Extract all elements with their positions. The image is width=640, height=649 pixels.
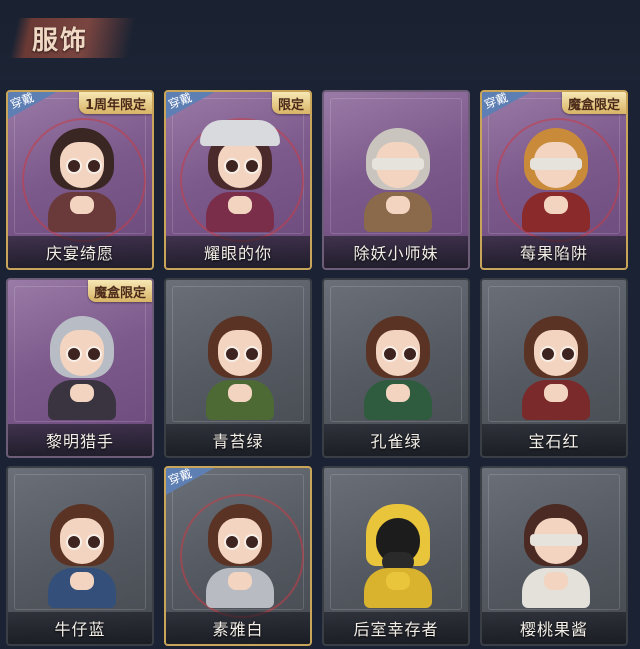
card-name-bar: 牛仔蓝 — [8, 612, 152, 644]
character-portrait — [516, 120, 596, 232]
character-eye — [66, 534, 82, 550]
costume-card[interactable]: 牛仔蓝 — [6, 466, 154, 646]
costume-name: 青苔绿 — [212, 432, 264, 451]
page-title: 服饰 — [32, 26, 89, 56]
character-portrait — [200, 496, 280, 608]
card-name-bar: 樱桃果酱 — [482, 612, 626, 644]
character-eye — [244, 346, 260, 362]
costume-name: 后室幸存者 — [353, 620, 439, 639]
character-portrait — [200, 120, 280, 232]
card-name-bar: 庆宴绮愿 — [8, 236, 152, 268]
character-portrait — [358, 308, 438, 420]
costume-card[interactable]: 穿戴 魔盒限定 莓果陷阱 — [480, 90, 628, 270]
costume-name: 樱桃果酱 — [519, 620, 588, 639]
character-portrait — [358, 120, 438, 232]
character-eye — [66, 346, 82, 362]
character-hands — [228, 384, 252, 402]
character-hands — [544, 196, 568, 214]
limited-badge: 限定 — [271, 92, 310, 114]
character-hands — [544, 572, 568, 590]
costume-card[interactable]: 除妖小师妹 — [322, 90, 470, 270]
limited-badge: 魔盒限定 — [87, 280, 152, 302]
limited-badge: 魔盒限定 — [561, 92, 626, 114]
card-name-bar: 后室幸存者 — [324, 612, 468, 644]
character-hands — [544, 384, 568, 402]
character-portrait — [200, 308, 280, 420]
card-name-bar: 青苔绿 — [166, 424, 310, 456]
costume-card[interactable]: 孔雀绿 — [322, 278, 470, 458]
character-eye — [540, 346, 556, 362]
character-portrait — [358, 496, 438, 608]
character-hands — [228, 572, 252, 590]
character-eye — [86, 346, 102, 362]
character-hands — [228, 196, 252, 214]
character-hands — [386, 196, 410, 214]
character-hands — [386, 572, 410, 590]
character-portrait — [42, 496, 122, 608]
card-name-bar: 耀眼的你 — [166, 236, 310, 268]
card-name-bar: 除妖小师妹 — [324, 236, 468, 268]
costume-name: 耀眼的你 — [203, 244, 272, 263]
character-eye — [86, 534, 102, 550]
costume-name: 黎明猎手 — [45, 432, 114, 451]
costume-name: 宝石红 — [528, 432, 580, 451]
costume-card[interactable]: 穿戴 素雅白 — [164, 466, 312, 646]
costume-card[interactable]: 宝石红 — [480, 278, 628, 458]
costume-name: 素雅白 — [212, 620, 264, 639]
character-eye — [244, 158, 260, 174]
character-eye — [402, 346, 418, 362]
costume-card[interactable]: 后室幸存者 — [322, 466, 470, 646]
costume-card[interactable]: 青苔绿 — [164, 278, 312, 458]
character-eye — [382, 346, 398, 362]
character-eye — [86, 158, 102, 174]
character-eye — [224, 346, 240, 362]
character-portrait — [42, 120, 122, 232]
card-name-bar: 宝石红 — [482, 424, 626, 456]
costume-card[interactable]: 穿戴 1周年限定 庆宴绮愿 — [6, 90, 154, 270]
header-bar: 服饰 — [0, 0, 640, 80]
character-eye — [224, 534, 240, 550]
character-eye — [66, 158, 82, 174]
card-name-bar: 莓果陷阱 — [482, 236, 626, 268]
character-hands — [70, 196, 94, 214]
character-eye — [224, 158, 240, 174]
costume-name: 孔雀绿 — [370, 432, 422, 451]
character-portrait — [42, 308, 122, 420]
blindfold — [530, 534, 582, 546]
character-hands — [70, 572, 94, 590]
costume-name: 莓果陷阱 — [519, 244, 588, 263]
costume-card[interactable]: 樱桃果酱 — [480, 466, 628, 646]
card-name-bar: 素雅白 — [166, 612, 310, 644]
blindfold — [372, 158, 424, 170]
cowboy-hat — [200, 120, 280, 146]
character-hands — [70, 384, 94, 402]
character-eye — [560, 346, 576, 362]
character-hands — [386, 384, 410, 402]
card-name-bar: 孔雀绿 — [324, 424, 468, 456]
limited-badge: 1周年限定 — [78, 92, 152, 114]
character-portrait — [516, 308, 596, 420]
costume-name: 除妖小师妹 — [353, 244, 439, 263]
character-portrait — [516, 496, 596, 608]
costume-name: 牛仔蓝 — [54, 620, 106, 639]
costume-card[interactable]: 魔盒限定黎明猎手 — [6, 278, 154, 458]
costume-name: 庆宴绮愿 — [45, 244, 114, 263]
card-name-bar: 黎明猎手 — [8, 424, 152, 456]
costume-card[interactable]: 穿戴 限定 耀眼的你 — [164, 90, 312, 270]
blindfold — [530, 158, 582, 170]
character-eye — [244, 534, 260, 550]
